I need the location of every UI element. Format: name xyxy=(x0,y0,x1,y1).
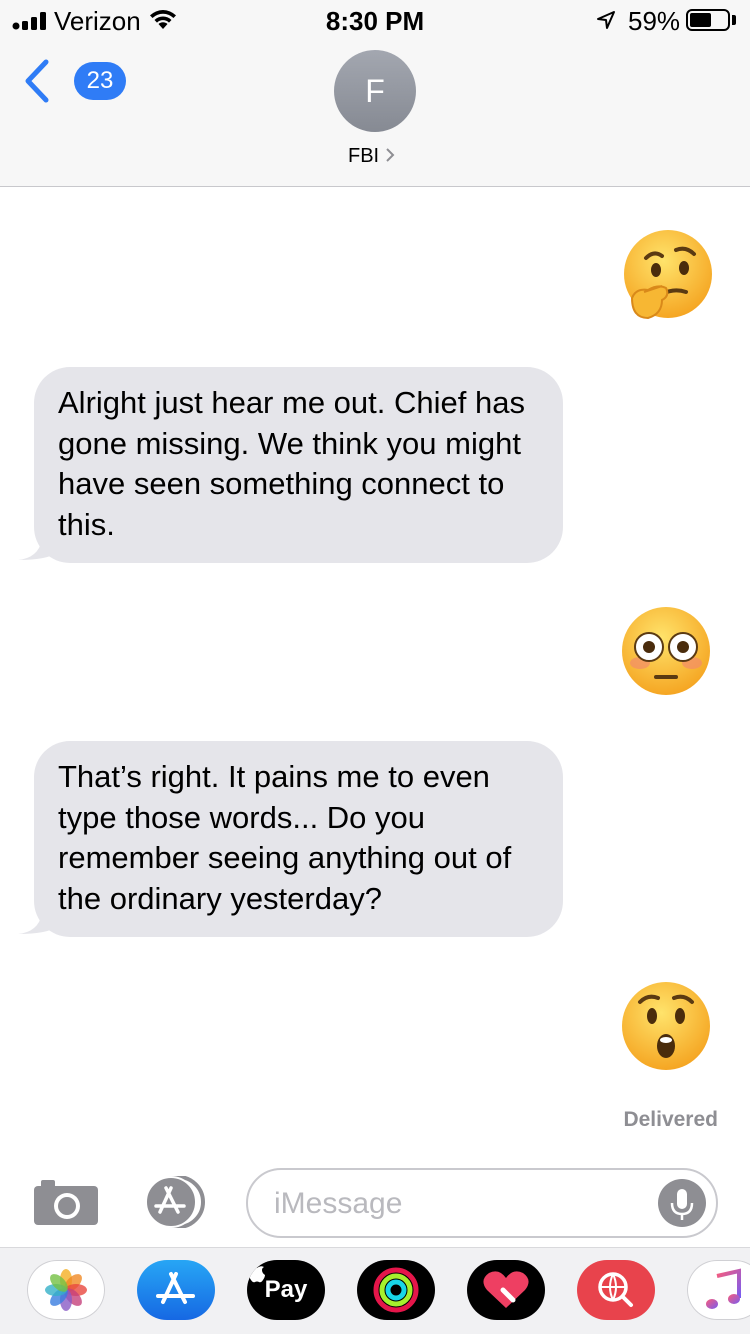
battery-tip xyxy=(732,15,736,25)
app-store-drawer-icon[interactable] xyxy=(138,1176,214,1228)
apple-pay-text: Pay xyxy=(264,1276,308,1303)
activity-rings-icon xyxy=(373,1267,419,1313)
contact-name-button[interactable]: FBI xyxy=(348,144,395,168)
battery-icon xyxy=(686,9,730,31)
app-store-button[interactable] xyxy=(137,1260,215,1320)
battery-fill xyxy=(690,13,712,27)
globe-search-icon xyxy=(598,1272,633,1307)
apple-pay-label: Pay xyxy=(247,1260,325,1320)
thinking-face-emoji[interactable] xyxy=(618,228,714,324)
microphone-button[interactable] xyxy=(658,1179,706,1227)
flushed-face-emoji[interactable] xyxy=(618,603,714,699)
app-drawer: Pay xyxy=(0,1247,750,1334)
chevron-left-icon xyxy=(25,59,49,103)
message-text: That’s right. It pains me to even type t… xyxy=(58,759,512,916)
back-button[interactable]: 23 xyxy=(22,58,126,104)
delivered-status: Delivered xyxy=(623,1108,718,1131)
location-arrow-icon xyxy=(597,11,615,29)
apple-logo-icon xyxy=(248,1261,265,1283)
music-note-icon xyxy=(706,1268,741,1309)
battery-percent: 59% xyxy=(628,6,681,36)
bubble-tail xyxy=(18,530,58,560)
images-search-button[interactable] xyxy=(577,1260,655,1320)
bubble-tail xyxy=(18,904,58,934)
message-text: Alright just hear me out. Chief has gone… xyxy=(58,385,525,542)
photos-app-button[interactable] xyxy=(27,1260,105,1320)
input-placeholder: iMessage xyxy=(274,1187,403,1220)
digital-touch-button[interactable] xyxy=(467,1260,545,1320)
incoming-message-bubble[interactable]: Alright just hear me out. Chief has gone… xyxy=(34,367,563,563)
message-input[interactable]: iMessage xyxy=(246,1168,718,1238)
apple-pay-button[interactable]: Pay xyxy=(247,1260,325,1320)
contact-avatar[interactable]: F xyxy=(334,50,416,132)
heart-icon xyxy=(483,1271,529,1308)
chevron-right-icon xyxy=(386,148,395,162)
hushed-face-emoji[interactable] xyxy=(618,978,714,1074)
activity-app-button[interactable] xyxy=(357,1260,435,1320)
music-app-button[interactable] xyxy=(687,1260,750,1320)
contact-name: FBI xyxy=(348,145,380,167)
photos-icon xyxy=(45,1269,87,1311)
conversation-header: Verizon 8:30 PM 59% 23 F FBI xyxy=(0,0,750,187)
camera-icon[interactable] xyxy=(33,1178,99,1226)
microphone-icon xyxy=(670,1189,694,1220)
unread-count-badge: 23 xyxy=(74,62,126,100)
status-bar: Verizon 8:30 PM 59% xyxy=(0,0,750,40)
app-store-icon xyxy=(156,1272,195,1304)
incoming-message-bubble[interactable]: That’s right. It pains me to even type t… xyxy=(34,741,563,937)
